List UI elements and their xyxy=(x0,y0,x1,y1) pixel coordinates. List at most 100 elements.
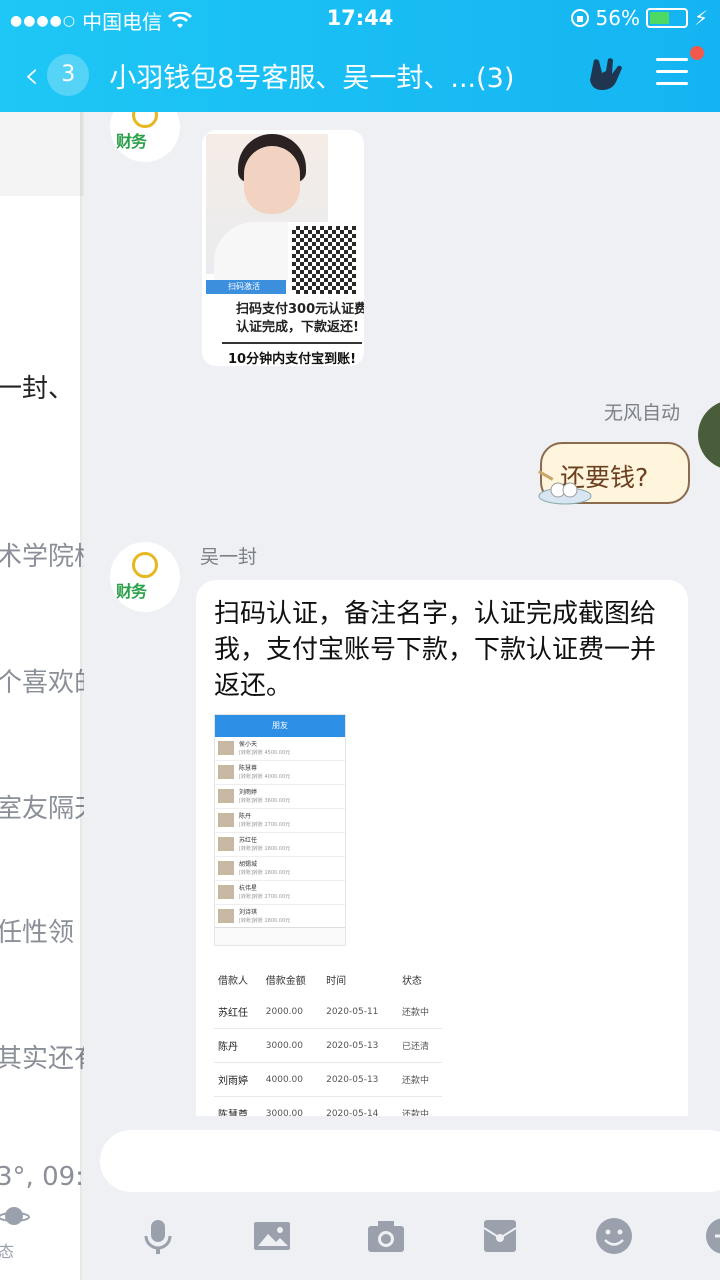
scan-label: 扫码激活 xyxy=(206,280,286,294)
screenshot-row: 陈慧尊 [转账]转账 4000.00元 xyxy=(215,761,345,785)
battery-percent: 56% xyxy=(595,6,640,30)
table-cell: 2020-05-14 xyxy=(322,1096,398,1116)
instruction-bubble[interactable]: 扫码认证，备注名字，认证完成截图给我，支付宝账号下款，下款认证费一并返还。 朋友… xyxy=(196,580,688,1116)
menu-icon[interactable] xyxy=(656,58,688,88)
table-cell: 还款中 xyxy=(397,1062,442,1097)
column-header: 借款金额 xyxy=(265,976,306,987)
screenshot-tabbar xyxy=(215,927,345,945)
table-cell: 3000.00 xyxy=(261,1028,323,1063)
table-cell: 还款中 xyxy=(397,1096,442,1116)
poster-line-1: 扫码支付300元认证费 xyxy=(236,302,364,317)
screenshot-row: 刘雨婷 [转账]转账 3600.00元 xyxy=(215,785,345,809)
column-header: 状态 xyxy=(401,976,422,987)
row-name: 陈丹 xyxy=(239,813,252,820)
poster-line-2: 认证完成，下款返还! xyxy=(236,320,359,335)
row-amount: [转账]转账 2700.00元 xyxy=(239,894,291,900)
emoji-icon[interactable] xyxy=(594,1216,634,1256)
row-avatar xyxy=(218,861,234,875)
avatar-label: 财务 xyxy=(116,132,147,151)
self-sender-name: 无风自动 xyxy=(603,402,680,424)
row-avatar xyxy=(218,741,234,755)
logo-ring-icon xyxy=(132,112,158,128)
table-cell: 还款中 xyxy=(397,995,442,1029)
row-avatar xyxy=(218,789,234,803)
screenshot-row: 苏红任 [转账]转账 1800.00元 xyxy=(215,833,345,857)
sender-avatar[interactable]: 财务 xyxy=(110,542,180,612)
table-cell: 2020-05-13 xyxy=(322,1028,398,1063)
list-snippet[interactable]: 3°, 09:1 xyxy=(0,1162,84,1192)
row-amount: [转账]转账 4500.00元 xyxy=(239,750,291,756)
row-name: 刘雨婷 xyxy=(239,789,258,796)
table-cell: 4000.00 xyxy=(261,1062,323,1097)
table-row: 陈丹 3000.00 2020-05-13 已还清 xyxy=(214,1028,442,1063)
logo-ring-icon xyxy=(132,552,158,578)
avatar-label: 财务 xyxy=(116,582,147,601)
table-cell: 2000.00 xyxy=(261,995,323,1029)
table-row: 陈慧尊 3000.00 2020-05-14 还款中 xyxy=(214,1096,442,1116)
row-amount: [转账]转账 3600.00元 xyxy=(239,798,291,804)
row-name: 侯小天 xyxy=(239,741,258,748)
title-bar: ‹ 3 小羽钱包8号客服、吴一封、...(3) xyxy=(0,40,720,110)
message-input[interactable] xyxy=(100,1130,720,1192)
composer xyxy=(84,1116,720,1280)
row-amount: [转账]转账 1800.00元 xyxy=(239,918,291,924)
top-bar: ●●●●○ 中国电信 17:44 56% ⚡ ‹ 3 小羽钱包8号客服、吴一封、… xyxy=(0,0,720,112)
self-avatar[interactable] xyxy=(698,400,720,470)
camera-icon[interactable] xyxy=(366,1216,406,1256)
table-cell: 2020-05-13 xyxy=(322,1062,398,1097)
bowl-sticker-icon xyxy=(538,470,592,505)
notification-dot xyxy=(690,46,704,60)
row-amount: [转账]转账 2700.00元 xyxy=(239,822,291,828)
screenshot-row: 陈丹 [转账]转账 2700.00元 xyxy=(215,809,345,833)
list-header-band xyxy=(0,112,84,196)
plus-icon[interactable] xyxy=(704,1216,720,1256)
status-tab[interactable]: 态 xyxy=(0,1202,84,1272)
status-tab-label: 态 xyxy=(0,1242,15,1261)
list-snippet[interactable]: 个喜欢的 xyxy=(0,662,84,699)
agent-face xyxy=(244,146,300,214)
row-avatar xyxy=(218,885,234,899)
table-cell: 3000.00 xyxy=(261,1096,323,1116)
column-header: 时间 xyxy=(326,976,347,987)
loan-table: 借款人 借款金额 时间 状态 苏红任 2000.00 2020-05-11 还款中 陈丹… xyxy=(214,964,442,1116)
unread-badge[interactable]: 3 xyxy=(47,54,90,96)
back-chevron-icon[interactable]: ‹ xyxy=(24,53,39,97)
table-cell: 已还清 xyxy=(397,1028,442,1063)
poster-line-3: 10分钟内支付宝到账! xyxy=(228,352,357,366)
row-avatar xyxy=(218,909,234,923)
qr-code-icon xyxy=(292,226,356,294)
list-snippet[interactable]: 其实还有 xyxy=(0,1038,84,1075)
sender-name: 吴一封 xyxy=(200,546,258,568)
table-cell: 苏红任 xyxy=(214,995,262,1029)
table-cell: 陈慧尊 xyxy=(214,1096,262,1116)
battery-icon xyxy=(645,8,688,28)
list-snippet[interactable]: 室友隔天 xyxy=(0,788,84,825)
row-name: 苏红任 xyxy=(239,837,258,844)
charging-icon: ⚡ xyxy=(693,6,708,30)
chat-area[interactable]: 财务 扫码激活 扫码支付300元认证费 认证完成，下款返还! 10分钟内支付宝到… xyxy=(84,112,720,1116)
planet-icon xyxy=(0,1207,30,1225)
row-name: 胡锡城 xyxy=(239,861,258,868)
table-cell: 2020-05-11 xyxy=(322,995,398,1029)
image-icon[interactable] xyxy=(252,1216,292,1256)
conversation-list-peek: 一封、 术学院校 个喜欢的 室友隔天 任性领 其实还有 3°, 09:1 态 xyxy=(0,112,84,1280)
list-snippet[interactable]: 一封、 xyxy=(0,368,74,405)
row-name: 陈慧尊 xyxy=(239,765,258,772)
rock-hand-icon[interactable] xyxy=(586,52,630,96)
list-snippet[interactable]: 任性领 xyxy=(0,912,74,949)
row-amount: [转账]转账 1800.00元 xyxy=(239,846,291,852)
screenshot-row: 刘诗琪 [转账]转账 1800.00元 xyxy=(215,905,345,929)
list-snippet[interactable]: 术学院校 xyxy=(0,536,84,573)
row-name: 刘诗琪 xyxy=(239,909,258,916)
sender-avatar[interactable]: 财务 xyxy=(110,112,180,162)
row-amount: [转账]转账 4000.00元 xyxy=(239,774,291,780)
microphone-icon[interactable] xyxy=(138,1216,178,1256)
table-row: 苏红任 2000.00 2020-05-11 还款中 xyxy=(214,995,442,1029)
transfer-screenshot[interactable]: 朋友 侯小天 [转账]转账 4500.00元 陈慧尊 [转账]转账 4000.00元刘… xyxy=(214,714,346,946)
chat-title: 小羽钱包8号客服、吴一封、...(3) xyxy=(109,62,515,94)
column-header: 借款人 xyxy=(218,976,248,987)
screenshot-row: 侯小天 [转账]转账 4500.00元 xyxy=(215,737,345,761)
qr-poster-image[interactable]: 扫码激活 扫码支付300元认证费 认证完成，下款返还! 10分钟内支付宝到账! xyxy=(202,130,364,366)
red-packet-icon[interactable] xyxy=(480,1216,520,1256)
instruction-text: 扫码认证，备注名字，认证完成截图给我，支付宝账号下款，下款认证费一并返还。 xyxy=(214,599,657,701)
